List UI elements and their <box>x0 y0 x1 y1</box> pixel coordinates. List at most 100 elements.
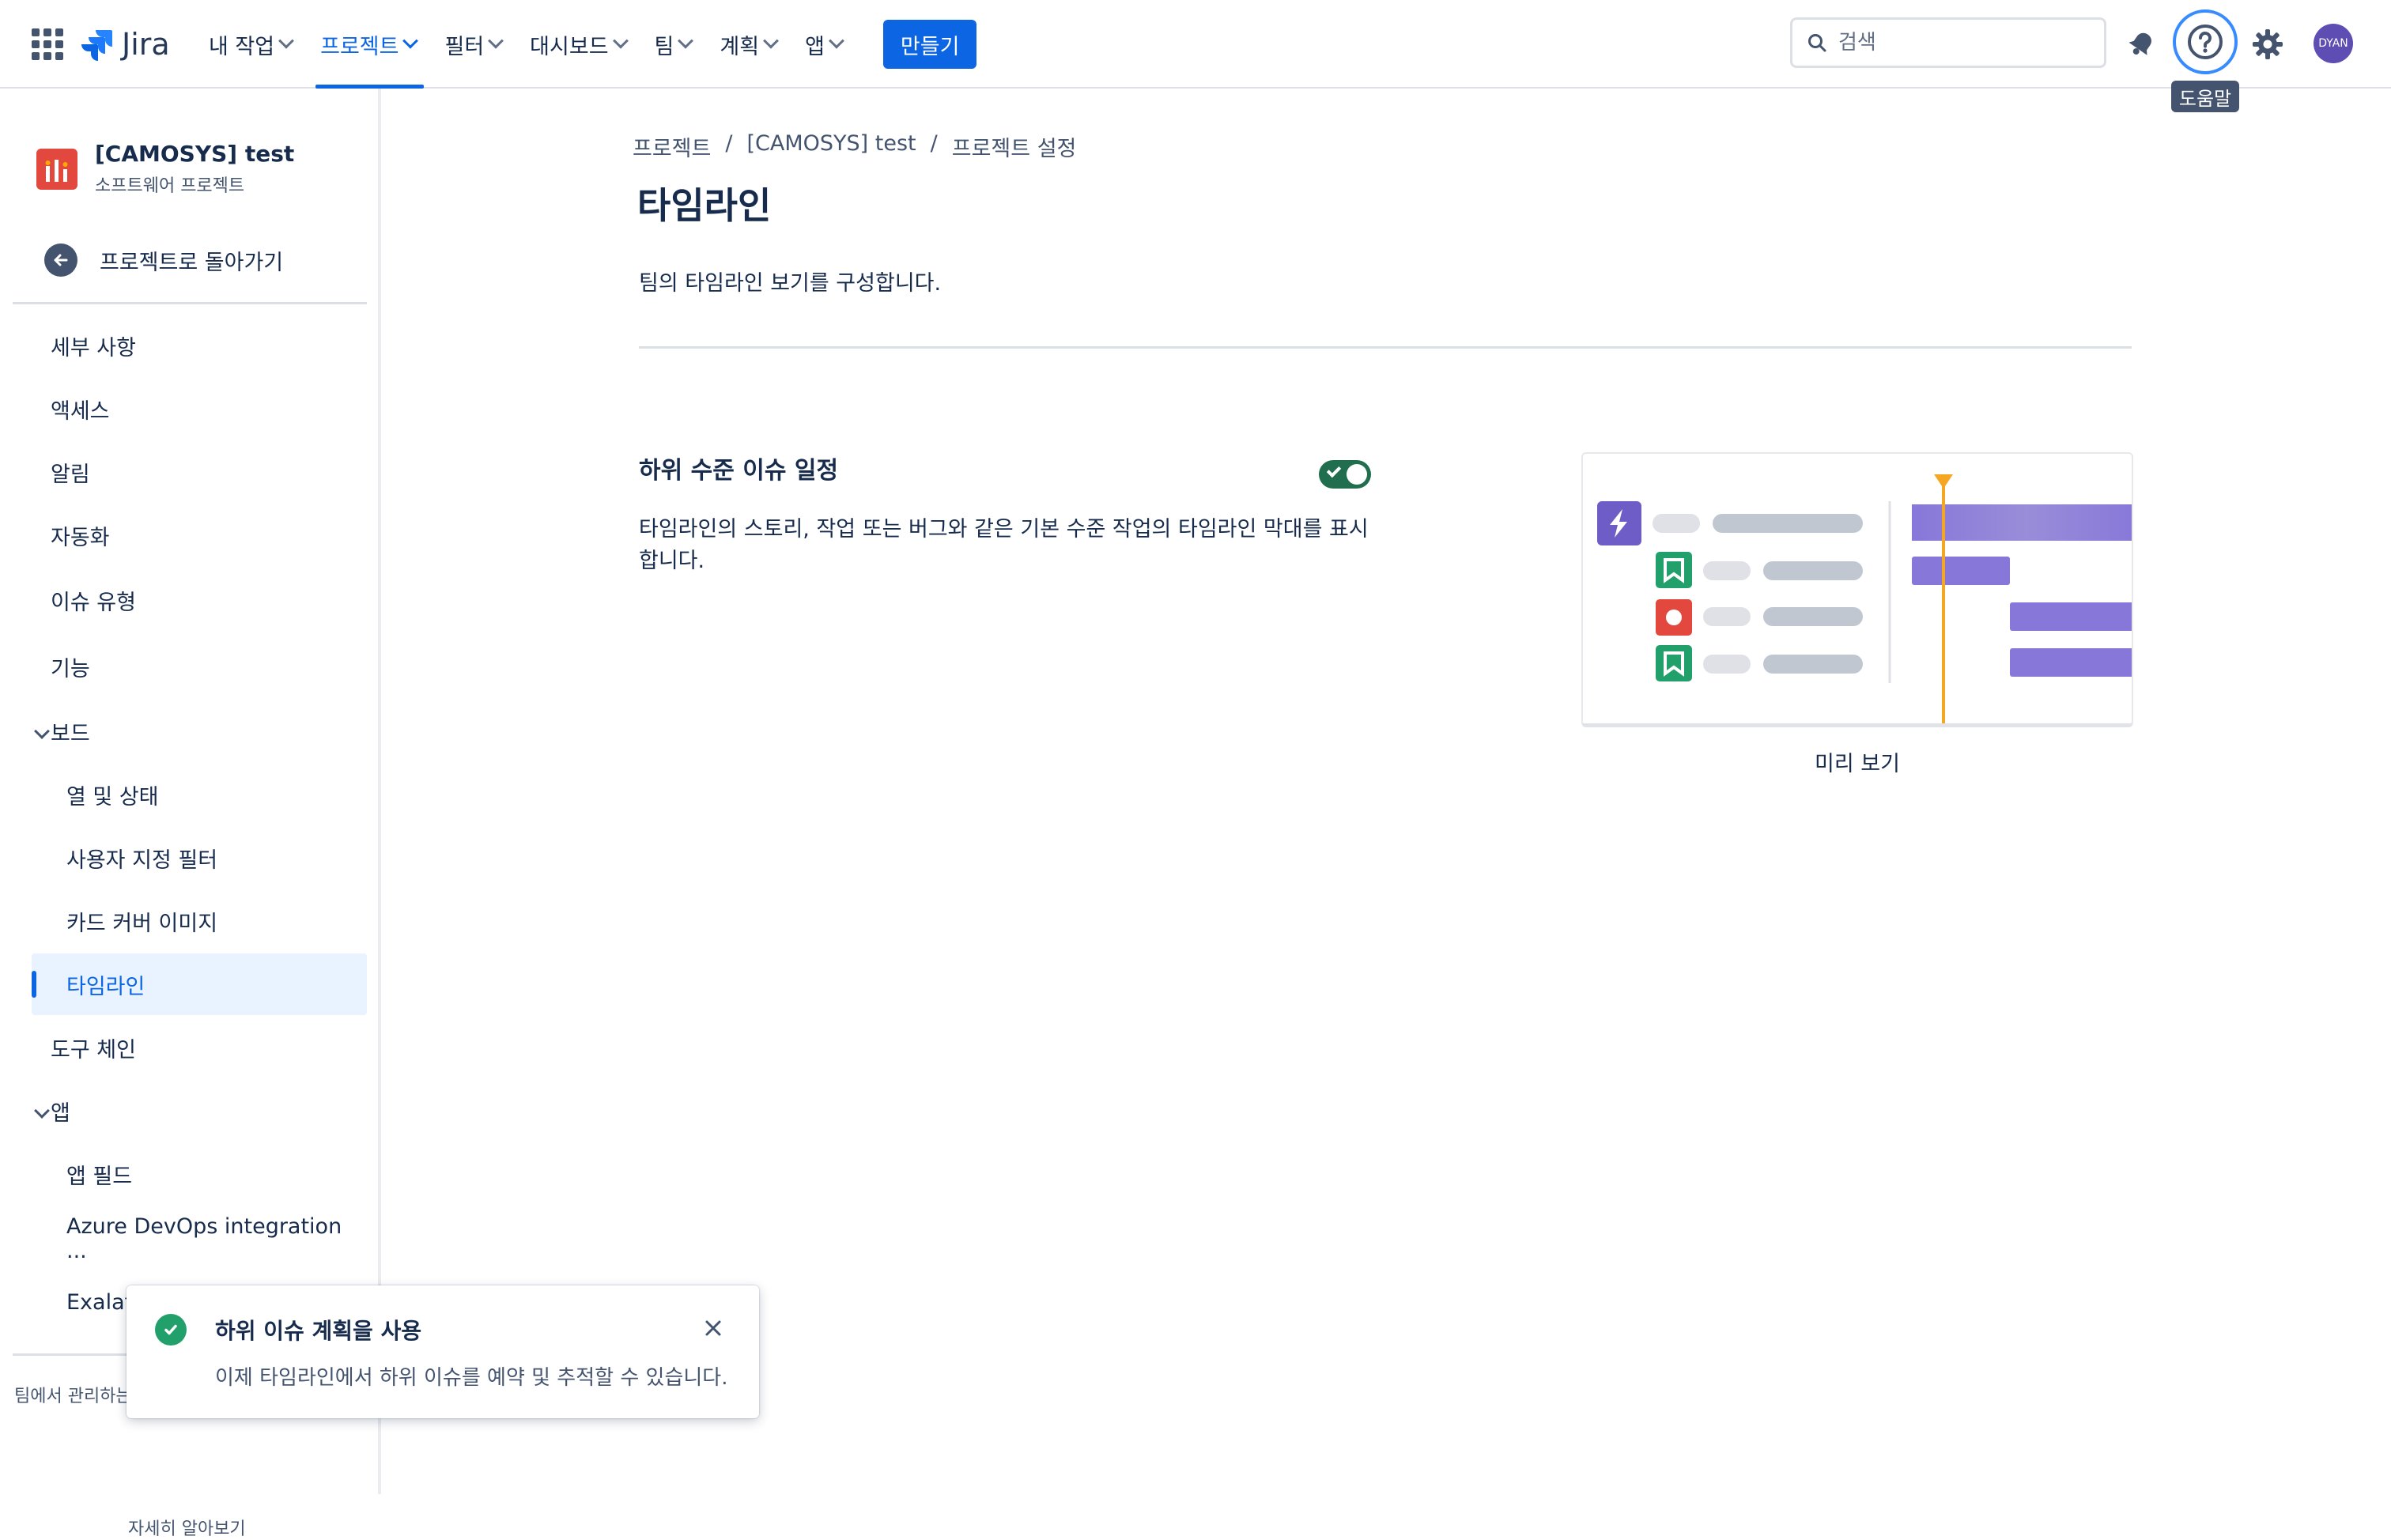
project-avatar-icon <box>36 148 77 190</box>
sidebar-item-app-fields[interactable]: 앱 필드 <box>32 1143 367 1205</box>
sidebar-item-notifications[interactable]: 알림 <box>32 441 367 503</box>
sidebar-item-label: 앱 <box>51 1100 70 1126</box>
flag-body: 이제 타임라인에서 하위 이슈를 예약 및 추적할 수 있습니다. <box>215 1366 728 1390</box>
avatar[interactable]: DYAN <box>2314 24 2353 63</box>
jira-logo-icon <box>81 30 112 61</box>
page-title: 타임라인 <box>637 184 772 227</box>
success-icon <box>155 1314 187 1346</box>
sidebar-item-timeline[interactable]: 타임라인 <box>32 953 367 1015</box>
breadcrumb: 프로젝트 / [CAMOSYS] test / 프로젝트 설정 <box>633 131 1076 162</box>
success-flag: 하위 이슈 계획을 사용 이제 타임라인에서 하위 이슈를 예약 및 추적할 수… <box>127 1285 759 1418</box>
settings-button[interactable] <box>2241 17 2295 71</box>
content-divider <box>639 346 2132 349</box>
sidebar-item-automation[interactable]: 자동화 <box>32 504 367 566</box>
flag-title: 하위 이슈 계획을 사용 <box>215 1318 422 1344</box>
sidebar-item-toolchain[interactable]: 도구 체인 <box>32 1017 367 1078</box>
chevron-down-icon <box>402 32 419 49</box>
project-name: [CAMOSYS] test <box>95 141 295 167</box>
nav-label: 앱 <box>805 34 825 59</box>
timeline-preview-illustration <box>1581 452 2133 727</box>
logo-text: Jira <box>122 27 170 62</box>
create-button[interactable]: 만들기 <box>882 20 977 69</box>
nav-filters[interactable]: 필터 <box>436 0 509 89</box>
help-button[interactable] <box>2173 9 2238 74</box>
sidebar-group-apps[interactable]: 앱 <box>32 1080 367 1142</box>
chevron-down-icon <box>678 32 694 49</box>
sidebar-item-label: Exalat <box>66 1289 134 1315</box>
breadcrumb-separator: / <box>725 131 733 156</box>
nav-plans[interactable]: 계획 <box>712 0 784 89</box>
bell-icon <box>2128 32 2151 55</box>
back-label: 프로젝트로 돌아가기 <box>100 250 284 275</box>
app-switcher-icon[interactable] <box>32 28 63 60</box>
chevron-down-icon <box>763 32 779 49</box>
nav-label: 내 작업 <box>209 34 275 59</box>
chevron-down-icon <box>829 32 844 49</box>
search-box[interactable] <box>1790 17 2106 68</box>
chevron-down-icon <box>278 32 295 49</box>
section-description: 타임라인의 스토리, 작업 또는 버그와 같은 기본 수준 작업의 타임라인 막… <box>639 517 1369 573</box>
sidebar-item-label: 보드 <box>51 721 90 746</box>
sidebar-item-details[interactable]: 세부 사항 <box>32 315 367 376</box>
sidebar-item-label: 열 및 상태 <box>66 784 159 810</box>
nav-projects[interactable]: 프로젝트 <box>312 0 425 89</box>
breadcrumb-project[interactable]: [CAMOSYS] test <box>746 131 916 162</box>
sidebar-item-custom-filters[interactable]: 사용자 지정 필터 <box>32 827 367 889</box>
nav-label: 계획 <box>720 34 760 59</box>
section-title: 하위 수준 이슈 일정 <box>639 457 839 485</box>
nav-my-work[interactable]: 내 작업 <box>201 0 300 89</box>
sidebar-item-label: 액세스 <box>51 398 110 424</box>
sidebar-item-card-cover-images[interactable]: 카드 커버 이미지 <box>32 890 367 952</box>
sidebar-item-label: 기능 <box>51 656 90 681</box>
nav-teams[interactable]: 팀 <box>647 0 700 89</box>
sidebar-item-label: 자동화 <box>51 525 110 550</box>
project-sidebar: [CAMOSYS] test 소프트웨어 프로젝트 프로젝트로 돌아가기 세부 … <box>0 89 381 1539</box>
sidebar-item-label: 카드 커버 이미지 <box>66 911 218 936</box>
jira-logo[interactable]: Jira <box>79 22 170 66</box>
team-managed-note: 팀에서 관리하는 <box>14 1387 132 1406</box>
sidebar-item-features[interactable]: 기능 <box>32 636 367 697</box>
nav-label: 필터 <box>444 34 485 59</box>
sidebar-item-label: Azure DevOps integration ... <box>66 1214 342 1263</box>
help-tooltip: 도움말 <box>2171 81 2239 112</box>
page-description: 팀의 타임라인 보기를 구성합니다. <box>639 271 942 296</box>
breadcrumb-separator: / <box>930 131 938 156</box>
learn-more-link[interactable]: 자세히 알아보기 <box>128 1515 246 1540</box>
project-header[interactable]: [CAMOSYS] test 소프트웨어 프로젝트 <box>36 141 294 197</box>
sidebar-group-board[interactable]: 보드 <box>32 700 367 762</box>
sidebar-item-columns-statuses[interactable]: 열 및 상태 <box>32 764 367 825</box>
top-navigation: Jira 내 작업 프로젝트 필터 대시보드 팀 계획 앱 만들기 검색 도움말… <box>0 0 2391 112</box>
search-icon <box>1808 34 1826 52</box>
back-to-project-link[interactable]: 프로젝트로 돌아가기 <box>44 243 283 277</box>
nav-label: 프로젝트 <box>320 34 399 59</box>
sidebar-item-azure-devops[interactable]: Azure DevOps integration ... <box>32 1208 367 1270</box>
main-nav: 내 작업 프로젝트 필터 대시보드 팀 계획 앱 만들기 <box>201 0 977 89</box>
sidebar-item-label: 도구 체인 <box>51 1037 136 1063</box>
preview-caption: 미리 보기 <box>1815 752 1900 776</box>
check-icon <box>1326 462 1342 478</box>
sidebar-item-label: 알림 <box>51 462 90 487</box>
sidebar-item-label: 세부 사항 <box>51 335 136 360</box>
child-issue-scheduling-toggle[interactable] <box>1319 460 1371 489</box>
nav-dashboards[interactable]: 대시보드 <box>522 0 633 89</box>
notifications-button[interactable] <box>2114 17 2168 71</box>
help-icon <box>2188 25 2223 59</box>
sidebar-item-label: 앱 필드 <box>66 1164 133 1189</box>
nav-label: 대시보드 <box>530 34 609 59</box>
chevron-down-icon <box>34 1103 50 1119</box>
nav-apps[interactable]: 앱 <box>797 0 850 89</box>
breadcrumb-projects[interactable]: 프로젝트 <box>633 131 711 162</box>
chevron-down-icon <box>34 723 50 739</box>
sidebar-item-access[interactable]: 액세스 <box>32 378 367 440</box>
close-icon[interactable] <box>697 1312 729 1344</box>
breadcrumb-project-settings[interactable]: 프로젝트 설정 <box>952 131 1077 162</box>
sidebar-divider <box>13 302 367 304</box>
sidebar-item-issue-types[interactable]: 이슈 유형 <box>32 569 367 631</box>
sidebar-item-label: 이슈 유형 <box>51 590 136 615</box>
search-input[interactable] <box>1837 30 2090 55</box>
sidebar-item-label: 타임라인 <box>66 974 145 999</box>
chevron-down-icon <box>612 32 629 49</box>
toggle-knob <box>1347 464 1367 485</box>
nav-label: 팀 <box>654 34 674 59</box>
project-type: 소프트웨어 프로젝트 <box>95 176 245 196</box>
